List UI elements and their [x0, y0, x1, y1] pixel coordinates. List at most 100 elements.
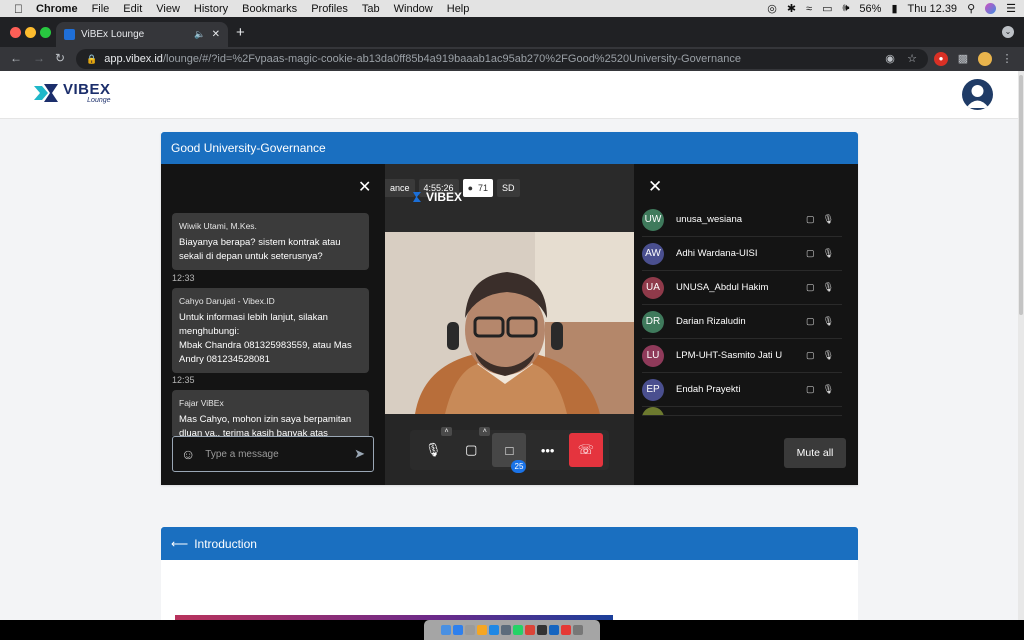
dock-app-icon[interactable] — [453, 625, 463, 635]
dock-app-icon[interactable] — [465, 625, 475, 635]
participant-row[interactable]: AW Adhi Wardana-UISI ▢ 🎙 — [642, 237, 842, 271]
window-close-button[interactable] — [10, 27, 21, 38]
bookmark-star-icon[interactable]: ☆ — [905, 52, 919, 66]
tab-search-icon[interactable]: ⌄ — [1002, 26, 1014, 38]
dock-app-icon[interactable] — [501, 625, 511, 635]
dock-app-icon[interactable] — [477, 625, 487, 635]
participant-name: UNUSA_Abdul Hakim — [676, 282, 769, 293]
window-zoom-button[interactable] — [40, 27, 51, 38]
back-arrow-icon[interactable]: ← — [10, 51, 22, 65]
user-avatar[interactable] — [962, 79, 993, 110]
send-icon[interactable]: ➤ — [354, 446, 365, 462]
menu-view[interactable]: View — [149, 3, 187, 15]
menu-profiles[interactable]: Profiles — [304, 3, 355, 15]
menu-clock[interactable]: Thu 12.39 — [908, 3, 958, 15]
menu-window[interactable]: Window — [387, 3, 440, 15]
wifi-icon[interactable]: ≈ — [806, 3, 812, 15]
back-arrow-icon[interactable]: ⟵ — [171, 537, 188, 551]
tab-close-icon[interactable]: ✕ — [212, 29, 220, 40]
dock-app-icon[interactable] — [441, 625, 451, 635]
chat-sender: Fajar ViBEx — [179, 398, 224, 408]
dock-app-icon[interactable] — [489, 625, 499, 635]
audio-settings-caret-icon[interactable]: ˄ — [441, 427, 453, 436]
chat-sender: Wiwik Utami, M.Kes. — [179, 221, 257, 231]
watermark-text: VIBEX — [426, 190, 463, 204]
airplay-icon[interactable]: ▭ — [822, 2, 832, 15]
introduction-title: Introduction — [194, 536, 257, 551]
chat-input-placeholder[interactable]: Type a message — [205, 449, 344, 460]
participant-name: unusa_wesiana — [676, 214, 743, 225]
menu-file[interactable]: File — [85, 3, 117, 15]
control-center-icon[interactable]: ☰ — [1006, 2, 1016, 15]
more-options-button[interactable]: ••• — [531, 433, 565, 467]
participant-row[interactable]: DR Darian Rizaludin ▢ 🎙 — [642, 305, 842, 339]
participant-row[interactable]: LU LPM-UHT-Sasmito Jati U ▢ 🎙 — [642, 339, 842, 373]
dock-app-icon[interactable] — [573, 625, 583, 635]
chat-message: Fajar ViBEx Mas Cahyo, mohon izin saya b… — [172, 390, 369, 436]
chat-toggle-button[interactable]: □ 25 — [492, 433, 527, 473]
extension-shield-icon[interactable]: ● — [934, 52, 948, 66]
participant-row[interactable]: EP Endah Prayekti ▢ 🎙 — [642, 373, 842, 407]
spotlight-search-icon[interactable]: ⚲ — [967, 2, 975, 15]
video-stage: ance 4:55:26 ● 71 SD VIBEX 🎙 ˄ ▢ ˄ □ 25 … — [385, 164, 634, 485]
bluetooth-icon[interactable]: ✱ — [787, 2, 796, 15]
menu-history[interactable]: History — [187, 3, 235, 15]
mute-all-button[interactable]: Mute all — [784, 438, 846, 468]
menu-edit[interactable]: Edit — [116, 3, 149, 15]
menu-bookmarks[interactable]: Bookmarks — [235, 3, 304, 15]
microphone-toggle-button[interactable]: 🎙 ˄ — [416, 427, 453, 467]
participants-close-icon[interactable]: ✕ — [648, 177, 662, 197]
browser-tab[interactable]: ViBEx Lounge 🔈 ✕ — [56, 22, 228, 47]
participant-avatar: UW — [642, 208, 664, 231]
chat-input-box[interactable]: ☺ Type a message ➤ — [172, 436, 374, 472]
participant-count-badge[interactable]: ● 71 — [462, 179, 494, 197]
participant-avatar: UA — [642, 276, 664, 299]
chat-icon: □ — [505, 442, 514, 458]
dock-app-icon[interactable] — [513, 625, 523, 635]
chat-close-icon[interactable]: ✕ — [358, 180, 371, 196]
menu-help[interactable]: Help — [440, 3, 477, 15]
apple-menu-icon[interactable]:  — [0, 2, 29, 16]
creative-cloud-icon[interactable]: ◎ — [767, 2, 777, 15]
page-scrollbar[interactable] — [1018, 71, 1024, 620]
microphone-muted-icon: 🎙 — [822, 248, 834, 258]
camera-toggle-button[interactable]: ▢ ˄ — [454, 427, 491, 467]
web-page: VIBEX Lounge Good University-Governance … — [0, 71, 1018, 620]
chrome-menu-icon[interactable]: ⋮ — [1000, 52, 1014, 66]
leave-call-button[interactable]: ☏ — [568, 433, 603, 467]
siri-icon[interactable] — [985, 3, 997, 14]
url-host: app.vibex.id — [104, 53, 163, 65]
more-dots-icon: ••• — [540, 442, 555, 458]
video-quality-badge[interactable]: SD — [497, 179, 520, 197]
microphone-muted-icon: 🎙 — [822, 316, 834, 326]
chat-unread-badge: 25 — [511, 460, 527, 473]
window-minimize-button[interactable] — [25, 27, 36, 38]
menu-tab[interactable]: Tab — [355, 3, 387, 15]
forward-arrow-icon[interactable]: → — [33, 51, 45, 65]
scrollbar-thumb[interactable] — [1019, 75, 1023, 315]
emoji-icon[interactable]: ☺ — [181, 446, 195, 462]
battery-icon[interactable]: ▮ — [891, 2, 897, 15]
dock-app-icon[interactable] — [537, 625, 547, 635]
participant-row[interactable]: UA UNUSA_Abdul Hakim ▢ 🎙 — [642, 271, 842, 305]
video-settings-caret-icon[interactable]: ˄ — [479, 427, 491, 436]
participant-avatar: EP — [642, 378, 664, 401]
dock-app-icon[interactable] — [525, 625, 535, 635]
profile-avatar-icon[interactable] — [978, 52, 992, 66]
participant-avatar: LU — [642, 344, 664, 367]
reload-icon[interactable]: ↻ — [55, 51, 65, 65]
participant-row[interactable]: UW unusa_wesiana ▢ 🎙 — [642, 203, 842, 237]
macos-menu-bar:  Chrome File Edit View History Bookmark… — [0, 0, 1024, 17]
participant-row[interactable] — [642, 407, 842, 416]
volume-icon[interactable]: 🕪 — [842, 2, 849, 15]
menu-app-name[interactable]: Chrome — [29, 3, 85, 15]
dock-app-icon[interactable] — [561, 625, 571, 635]
lock-icon[interactable]: 🔒 — [86, 54, 97, 65]
address-bar[interactable]: 🔒 app.vibex.id/lounge/#/?id=%2Fvpaas-mag… — [76, 49, 928, 69]
dock-app-icon[interactable] — [549, 625, 559, 635]
new-tab-button[interactable]: + — [236, 24, 245, 41]
vibex-logo[interactable]: VIBEX Lounge — [34, 82, 111, 104]
camera-in-use-icon[interactable]: ◉ — [883, 52, 897, 66]
extensions-puzzle-icon[interactable]: ▩ — [956, 52, 970, 66]
tab-audio-icon[interactable]: 🔈 — [194, 29, 205, 40]
